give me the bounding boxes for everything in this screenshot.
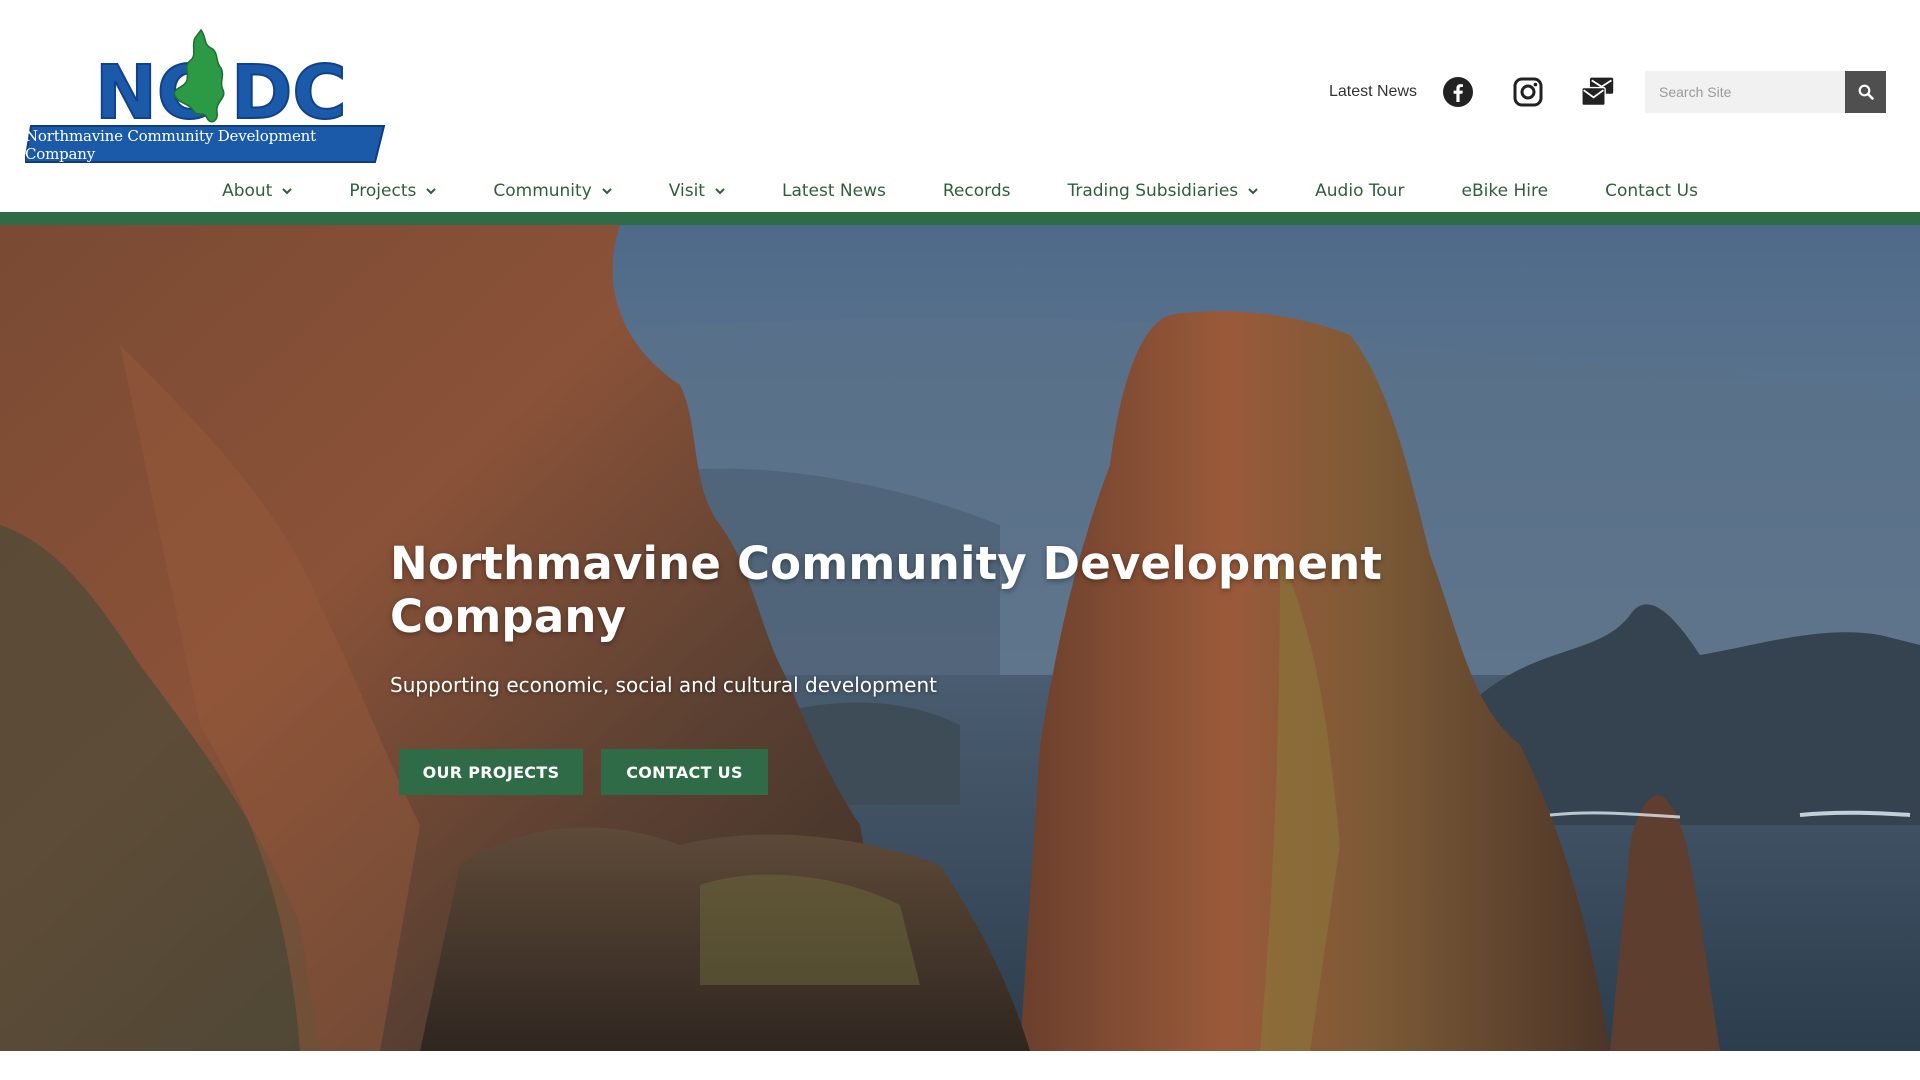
facebook-icon[interactable] (1441, 75, 1475, 109)
nav-item-records[interactable]: Records (914, 168, 1039, 214)
nav-item-label: eBike Hire (1461, 181, 1549, 201)
search-form (1645, 71, 1886, 113)
search-button[interactable] (1845, 71, 1886, 113)
search-input[interactable] (1645, 71, 1845, 113)
hero-content: Northmavine Community Development Compan… (390, 537, 1590, 795)
site-header: NC DC Northmavine Community Development … (0, 0, 1920, 212)
nav-item-community[interactable]: Community (465, 168, 640, 214)
nav-item-label: Trading Subsidiaries (1067, 181, 1239, 201)
nav-list: About Projects Community Visit Latest Ne… (194, 168, 1727, 214)
instagram-icon[interactable] (1511, 75, 1545, 109)
nav-item-contact-us[interactable]: Contact Us (1577, 168, 1727, 214)
logo-tagline: Northmavine Community Development Compan… (25, 126, 316, 163)
nav-item-label: Community (493, 181, 592, 201)
nav-item-about[interactable]: About (194, 168, 321, 214)
chevron-down-icon (715, 187, 725, 195)
latest-news-link[interactable]: Latest News (1329, 83, 1417, 101)
nav-item-label: Latest News (781, 181, 886, 201)
logo-dc-letters: DC (231, 50, 347, 136)
nav-item-projects[interactable]: Projects (321, 168, 465, 214)
nav-item-audio-tour[interactable]: Audio Tour (1287, 168, 1433, 214)
nav-item-label: Audio Tour (1315, 181, 1405, 201)
nav-item-trading-subsidiaries[interactable]: Trading Subsidiaries (1039, 168, 1287, 214)
chevron-down-icon (426, 187, 437, 195)
social-links (1441, 75, 1615, 109)
header-divider-bar (0, 212, 1920, 225)
mail-icon[interactable] (1581, 75, 1615, 109)
nav-item-label: Visit (668, 181, 705, 201)
utility-bar: Latest News (1329, 71, 1886, 113)
hero-subtitle: Supporting economic, social and cultural… (390, 673, 937, 697)
chevron-down-icon (602, 187, 612, 195)
search-icon (1858, 84, 1874, 100)
hero-buttons: OUR PROJECTS CONTACT US (399, 749, 1590, 795)
nav-item-label: Records (942, 181, 1011, 201)
nav-item-visit[interactable]: Visit (640, 168, 753, 214)
site-logo[interactable]: NC DC Northmavine Community Development … (25, 22, 385, 164)
nav-item-label: About (222, 181, 273, 201)
main-nav: About Projects Community Visit Latest Ne… (0, 168, 1920, 214)
nav-item-label: Projects (349, 181, 417, 201)
chevron-down-icon (282, 187, 293, 195)
hero-title: Northmavine Community Development Compan… (390, 537, 1383, 643)
our-projects-button[interactable]: OUR PROJECTS (399, 749, 583, 795)
contact-us-button[interactable]: CONTACT US (601, 749, 768, 795)
hero-banner: Northmavine Community Development Compan… (0, 225, 1920, 1051)
nav-item-label: Contact Us (1605, 181, 1698, 201)
chevron-down-icon (1248, 187, 1258, 195)
nav-item-latest-news[interactable]: Latest News (753, 168, 914, 214)
nav-item-ebike-hire[interactable]: eBike Hire (1433, 168, 1577, 214)
